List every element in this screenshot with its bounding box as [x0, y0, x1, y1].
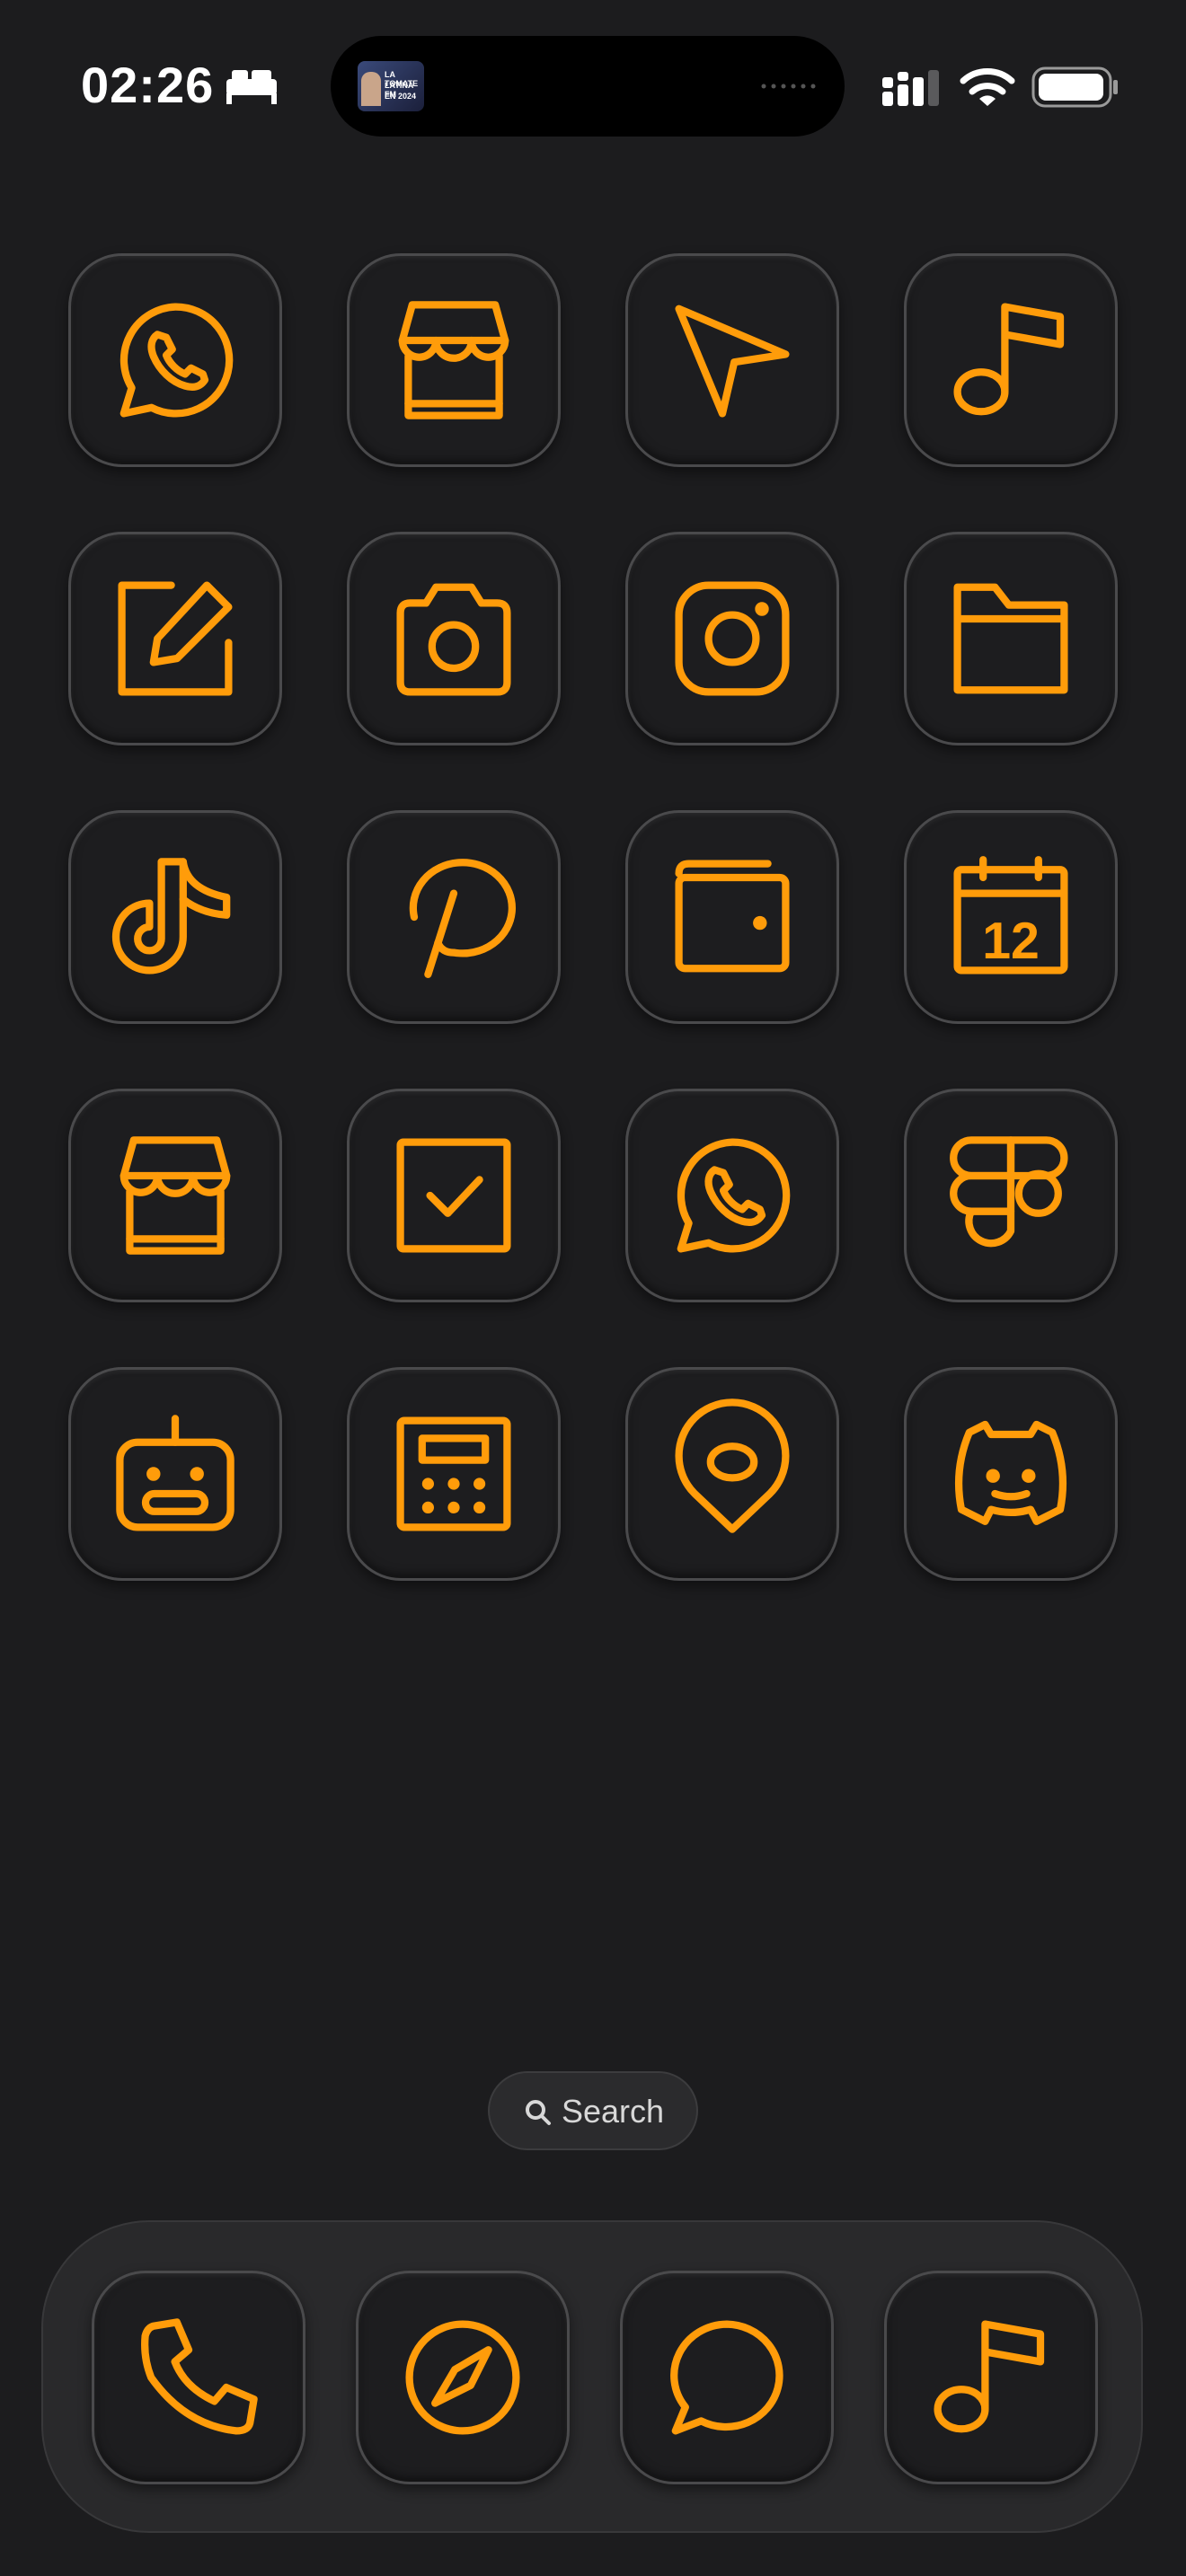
app-whatsapp[interactable] [625, 1089, 839, 1302]
app-whatsapp[interactable] [68, 253, 282, 467]
calendar-date: 12 [982, 913, 1040, 970]
location-arrow-icon [675, 304, 790, 418]
app-music[interactable] [904, 253, 1118, 467]
store-icon [119, 1136, 231, 1255]
app-store[interactable] [68, 1089, 282, 1302]
search-icon [526, 2100, 551, 2125]
app-assistant-bot[interactable] [68, 1367, 282, 1581]
camera-icon [396, 583, 511, 696]
music-note-icon [953, 303, 1065, 416]
app-figma[interactable] [904, 1089, 1118, 1302]
pinterest-icon [409, 859, 516, 978]
app-tiktok[interactable] [68, 810, 282, 1024]
audio-wave-icon [761, 84, 816, 89]
dock-app-music[interactable] [884, 2271, 1098, 2484]
dock-app-messages[interactable] [620, 2271, 834, 2484]
whatsapp-icon [119, 303, 234, 418]
app-pinterest[interactable] [347, 810, 561, 1024]
map-pin-icon [675, 1398, 790, 1533]
signal-icon [882, 70, 939, 106]
app-notes[interactable] [68, 532, 282, 745]
discord-icon [954, 1420, 1067, 1525]
compass-icon [405, 2320, 520, 2435]
whatsapp-icon [677, 1138, 791, 1253]
instagram-icon [675, 581, 790, 696]
store-icon [398, 301, 509, 419]
battery-icon [1031, 66, 1118, 108]
status-bar: 02:26 LA TOMATE LATINA FM EN 2024 [0, 0, 1186, 171]
app-calculator[interactable] [347, 1367, 561, 1581]
now-playing-artwork[interactable]: LA TOMATE LATINA FM EN 2024 [358, 61, 424, 111]
dock-app-phone[interactable] [92, 2271, 305, 2484]
artwork-text-line: EN 2024 [385, 92, 417, 101]
notes-edit-icon [118, 581, 233, 696]
dock [41, 2220, 1143, 2533]
app-maps-navigation[interactable] [625, 253, 839, 467]
message-icon [670, 2320, 783, 2435]
search-label: Search [562, 2093, 665, 2130]
bed-icon [226, 70, 277, 104]
app-instagram[interactable] [625, 532, 839, 745]
wallet-icon [675, 860, 790, 973]
wifi-icon [960, 68, 1015, 106]
app-store[interactable] [347, 253, 561, 467]
calculator-icon [396, 1416, 511, 1531]
dynamic-island[interactable]: LA TOMATE LATINA FM EN 2024 [331, 36, 845, 137]
tiktok-icon [111, 858, 231, 975]
app-files[interactable] [904, 532, 1118, 745]
dock-app-safari[interactable] [356, 2271, 570, 2484]
music-note-icon [934, 2320, 1045, 2433]
app-calendar[interactable]: 12 [904, 810, 1118, 1024]
app-wallet[interactable] [625, 810, 839, 1024]
robot-icon [116, 1415, 235, 1531]
app-camera[interactable] [347, 532, 561, 745]
app-reminders[interactable] [347, 1089, 561, 1302]
figma-icon [950, 1136, 1068, 1248]
phone-icon [141, 2318, 258, 2435]
app-find-location[interactable] [625, 1367, 839, 1581]
folder-icon [953, 583, 1068, 694]
clock-time: 02:26 [81, 57, 215, 113]
checkbox-icon [396, 1138, 511, 1253]
app-discord[interactable] [904, 1367, 1118, 1581]
spotlight-search-button[interactable]: Search [488, 2071, 698, 2150]
calendar-icon: 12 [953, 856, 1068, 975]
